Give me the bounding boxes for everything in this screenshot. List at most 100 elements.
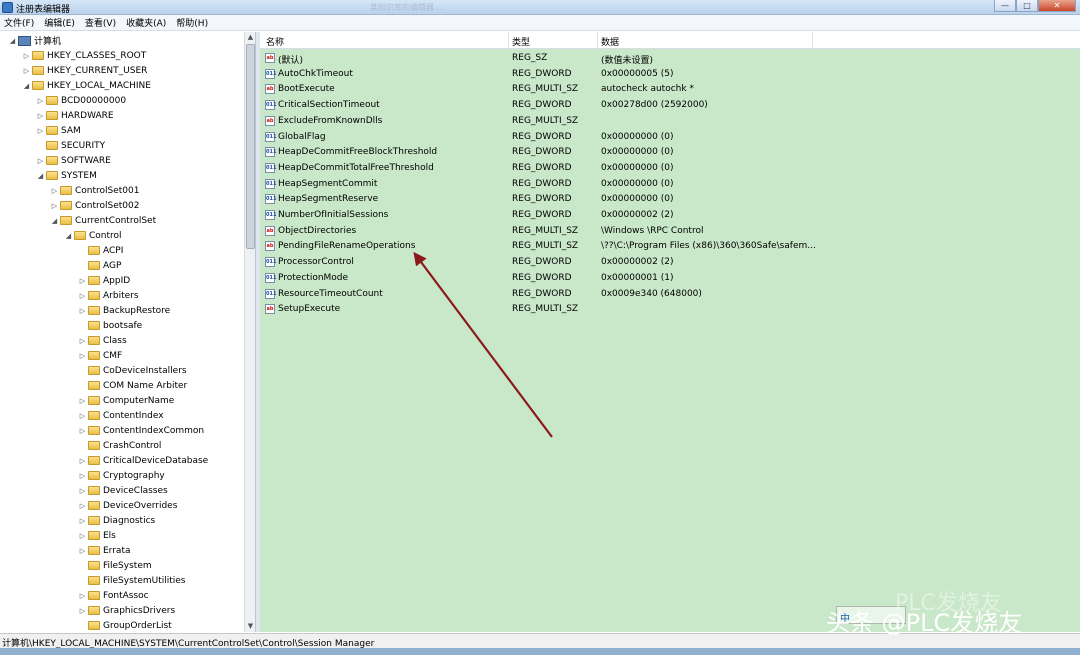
menu-file[interactable]: 文件(F) bbox=[4, 16, 34, 29]
tree-item[interactable]: AGP bbox=[78, 258, 121, 273]
expand-icon[interactable]: ▷ bbox=[78, 607, 87, 615]
scroll-down-icon[interactable]: ▼ bbox=[245, 621, 255, 632]
tree-item[interactable]: ▷ SOFTWARE bbox=[36, 153, 111, 168]
tree-item[interactable]: ▷ ContentIndexCommon bbox=[78, 423, 204, 438]
tree-item[interactable]: ▷ Class bbox=[78, 333, 127, 348]
tree-item[interactable]: bootsafe bbox=[78, 318, 142, 333]
expand-icon[interactable]: ▷ bbox=[78, 277, 87, 285]
tree-item[interactable]: ▷ BCD00000000 bbox=[36, 93, 126, 108]
folder-icon bbox=[88, 291, 100, 300]
menu-help[interactable]: 帮助(H) bbox=[176, 16, 208, 29]
menu-view[interactable]: 查看(V) bbox=[85, 16, 116, 29]
expand-icon[interactable]: ▷ bbox=[78, 292, 87, 300]
tree-item[interactable]: ▷ FontAssoc bbox=[78, 588, 149, 603]
registry-tree[interactable]: GroupOrderList ▷ GraphicsDrivers ▷ FontAssoc… bbox=[0, 32, 256, 632]
tree-item[interactable]: ▷ Els bbox=[78, 528, 116, 543]
expand-icon[interactable]: ▷ bbox=[78, 547, 87, 555]
expand-icon[interactable]: ▷ bbox=[78, 412, 87, 420]
folder-icon bbox=[88, 366, 100, 375]
expand-icon[interactable]: ▷ bbox=[78, 532, 87, 540]
expand-icon[interactable]: ▷ bbox=[78, 502, 87, 510]
collapse-icon[interactable]: ◢ bbox=[8, 37, 17, 45]
tree-item-label: HKEY_CURRENT_USER bbox=[47, 65, 148, 76]
tree-item[interactable]: ◢ SYSTEM bbox=[36, 168, 97, 183]
tree-item[interactable]: ▷ Errata bbox=[78, 543, 131, 558]
collapse-icon[interactable]: ◢ bbox=[22, 82, 31, 90]
tree-item[interactable]: COM Name Arbiter bbox=[78, 378, 187, 393]
tree-item[interactable]: ▷ GraphicsDrivers bbox=[78, 603, 175, 618]
close-button[interactable]: ✕ bbox=[1038, 0, 1076, 12]
tree-item[interactable]: ▷ AppID bbox=[78, 273, 130, 288]
expand-icon[interactable]: ▷ bbox=[78, 592, 87, 600]
tree-item[interactable]: ▷ ControlSet001 bbox=[50, 183, 140, 198]
folder-icon bbox=[88, 336, 100, 345]
tree-item[interactable]: ▷ Diagnostics bbox=[78, 513, 155, 528]
collapse-icon[interactable]: ◢ bbox=[64, 232, 73, 240]
expand-icon[interactable]: ▷ bbox=[78, 397, 87, 405]
tree-item[interactable]: SECURITY bbox=[36, 138, 105, 153]
tree-item[interactable]: ▷ ComputerName bbox=[78, 393, 175, 408]
tree-item[interactable]: ▷ DeviceClasses bbox=[78, 483, 168, 498]
tree-item[interactable]: ▷ Cryptography bbox=[78, 468, 165, 483]
expand-icon[interactable]: ▷ bbox=[78, 457, 87, 465]
folder-icon bbox=[88, 276, 100, 285]
expand-icon[interactable]: ▷ bbox=[36, 97, 45, 105]
scroll-thumb[interactable] bbox=[246, 44, 255, 249]
tree-item[interactable]: ▷ DeviceOverrides bbox=[78, 498, 178, 513]
column-divider[interactable] bbox=[597, 32, 598, 49]
tree-scrollbar[interactable]: ▲ ▼ bbox=[244, 32, 255, 632]
expand-icon[interactable]: ▷ bbox=[78, 472, 87, 480]
menu-edit[interactable]: 编辑(E) bbox=[44, 16, 75, 29]
expand-icon[interactable]: ▷ bbox=[22, 52, 31, 60]
tree-item[interactable]: FileSystem bbox=[78, 558, 152, 573]
expand-icon[interactable]: ▷ bbox=[22, 67, 31, 75]
expand-icon[interactable]: ▷ bbox=[36, 127, 45, 135]
tree-item[interactable]: ▷ ControlSet002 bbox=[50, 198, 140, 213]
expand-icon[interactable]: ▷ bbox=[78, 517, 87, 525]
folder-icon bbox=[74, 231, 86, 240]
collapse-icon[interactable]: ◢ bbox=[36, 172, 45, 180]
folder-icon bbox=[88, 531, 100, 540]
tree-item[interactable]: ▷ HARDWARE bbox=[36, 108, 114, 123]
expand-icon[interactable]: ▷ bbox=[36, 112, 45, 120]
column-divider[interactable] bbox=[812, 32, 813, 49]
tree-item[interactable]: ▷ SAM bbox=[36, 123, 81, 138]
window-title: 注册表编辑器 bbox=[16, 5, 71, 15]
folder-icon bbox=[32, 51, 44, 60]
tree-item[interactable]: ▷ CMF bbox=[78, 348, 122, 363]
tree-item[interactable]: ◢ 计算机 bbox=[8, 33, 61, 48]
value-data: 0x00000000 (0) bbox=[601, 131, 674, 142]
folder-icon bbox=[88, 381, 100, 390]
expand-icon[interactable]: ▷ bbox=[78, 487, 87, 495]
tree-item[interactable]: GroupOrderList bbox=[78, 618, 172, 632]
menu-favorites[interactable]: 收藏夹(A) bbox=[126, 16, 166, 29]
expand-icon[interactable]: ▷ bbox=[78, 307, 87, 315]
tree-item[interactable]: ACPI bbox=[78, 243, 123, 258]
tree-item[interactable]: ◢ Control bbox=[64, 228, 122, 243]
tree-item-label: CMF bbox=[103, 350, 123, 361]
tree-item[interactable]: ▷ Arbiters bbox=[78, 288, 139, 303]
expand-icon[interactable]: ▷ bbox=[78, 427, 87, 435]
expand-icon[interactable]: ▷ bbox=[36, 157, 45, 165]
tree-item[interactable]: ▷ HKEY_CLASSES_ROOT bbox=[22, 48, 146, 63]
tree-item[interactable]: CrashControl bbox=[78, 438, 161, 453]
tree-item[interactable]: ▷ HKEY_CURRENT_USER bbox=[22, 63, 148, 78]
expand-icon[interactable]: ▷ bbox=[50, 187, 59, 195]
tree-item-label: CrashControl bbox=[103, 440, 162, 451]
maximize-button[interactable]: □ bbox=[1016, 0, 1038, 12]
scroll-up-icon[interactable]: ▲ bbox=[245, 32, 255, 43]
tree-item[interactable]: FileSystemUtilities bbox=[78, 573, 186, 588]
expand-icon[interactable]: ▷ bbox=[50, 202, 59, 210]
column-header-data[interactable]: 数据 bbox=[601, 35, 619, 48]
tree-item[interactable]: ▷ BackupRestore bbox=[78, 303, 170, 318]
annotation-arrow bbox=[413, 251, 553, 438]
tree-item[interactable]: CoDeviceInstallers bbox=[78, 363, 187, 378]
tree-item[interactable]: ▷ ContentIndex bbox=[78, 408, 164, 423]
expand-icon[interactable]: ▷ bbox=[78, 352, 87, 360]
collapse-icon[interactable]: ◢ bbox=[50, 217, 59, 225]
tree-item[interactable]: ◢ HKEY_LOCAL_MACHINE bbox=[22, 78, 151, 93]
expand-icon[interactable]: ▷ bbox=[78, 337, 87, 345]
tree-item[interactable]: ▷ CriticalDeviceDatabase bbox=[78, 453, 208, 468]
minimize-button[interactable]: — bbox=[994, 0, 1016, 12]
tree-item[interactable]: ◢ CurrentControlSet bbox=[50, 213, 156, 228]
